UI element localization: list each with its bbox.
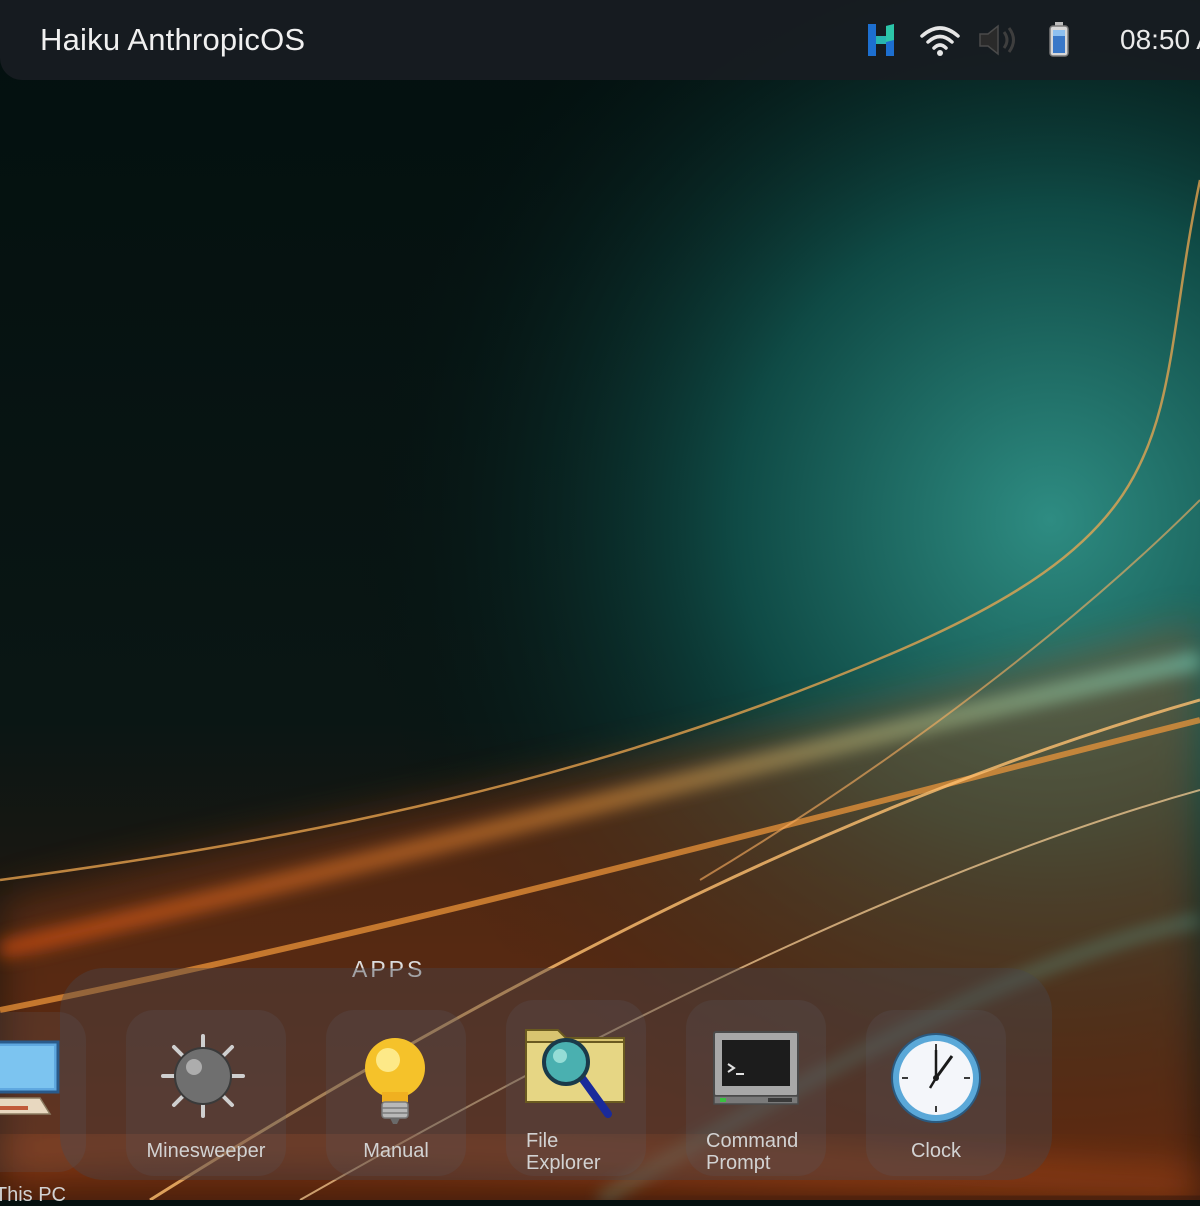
dock-item-file-explorer[interactable]: File Explorer [506, 1000, 646, 1176]
dock-item-label-line1: Command [706, 1130, 799, 1152]
dock-item-clock[interactable]: Clock [866, 1010, 1006, 1176]
dock-item-command-prompt[interactable]: Command Prompt [686, 1000, 826, 1176]
dock-item-label: Minesweeper [146, 1140, 266, 1162]
dock-item-this-pc[interactable]: This PC [0, 1012, 86, 1206]
dock-item-manual[interactable]: Manual [326, 1010, 466, 1176]
mine-icon [158, 1034, 248, 1123]
system-clock[interactable]: 08:50 AM [1120, 24, 1200, 56]
wifi-icon[interactable] [918, 20, 960, 60]
dock-item-label-line2: Explorer [526, 1152, 601, 1174]
os-title: Haiku AnthropicOS [40, 22, 306, 57]
computer-icon [0, 1036, 60, 1125]
dock-item-label: Manual [363, 1140, 429, 1162]
haiku-logo-icon[interactable] [862, 20, 902, 60]
folder-search-icon [524, 1020, 628, 1125]
clock-icon [888, 1030, 984, 1131]
lightbulb-icon [360, 1034, 430, 1133]
dock-item-label: Clock [910, 1140, 961, 1162]
dock-item-label-line2: Prompt [706, 1152, 771, 1174]
dock-item-label: This PC [0, 1184, 66, 1206]
top-bar: Haiku AnthropicOS 08:50 AM [0, 0, 1200, 80]
volume-muted-icon[interactable] [976, 20, 1016, 60]
dock-item-minesweeper[interactable]: Minesweeper [126, 1010, 286, 1176]
battery-icon[interactable] [1044, 20, 1084, 60]
app-dock: This PC Minesweeper Manual File Explorer… [0, 968, 1052, 1206]
dock-item-label-line1: File [526, 1130, 559, 1152]
terminal-icon [712, 1030, 800, 1111]
